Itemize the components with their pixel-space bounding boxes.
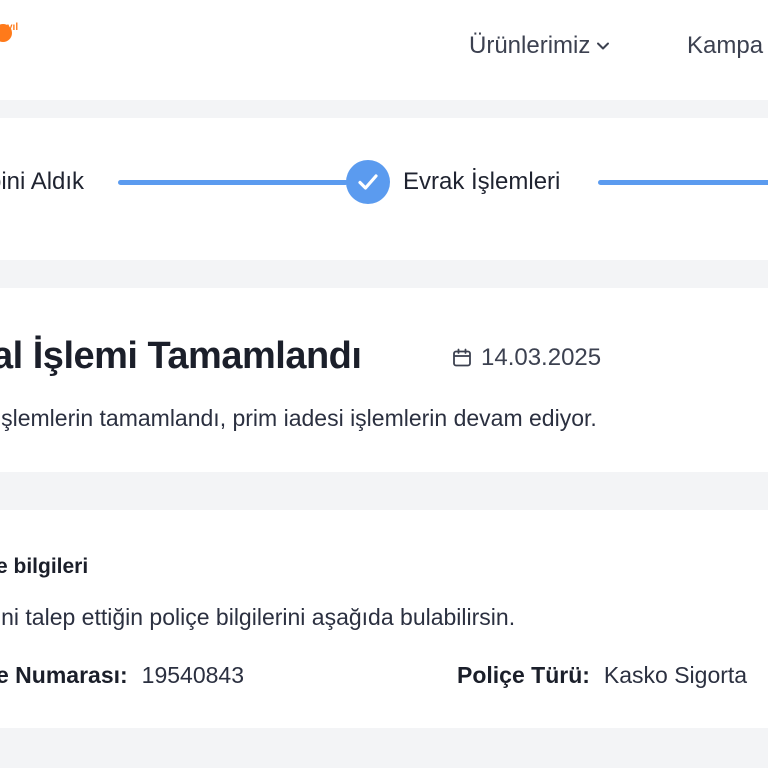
logo-text: yıl — [7, 22, 19, 33]
site-header: yıl Ürünlerimiz Kampa — [0, 0, 768, 100]
logo[interactable]: yıl — [0, 22, 34, 48]
nav-item-products[interactable]: Ürünlerimiz — [469, 32, 610, 60]
step-complete-indicator — [346, 160, 390, 204]
status-date: 14.03.2025 — [452, 344, 601, 372]
calendar-icon — [453, 348, 471, 367]
policy-type-field: Poliçe Türü: Kasko Sigorta — [457, 661, 747, 689]
check-icon — [358, 174, 378, 190]
policy-description: ini talep ettiğin poliçe bilgilerini aşa… — [0, 604, 516, 630]
policy-type-label: Poliçe Türü: — [457, 662, 590, 688]
policy-number-label: e Numarası: — [0, 662, 128, 688]
nav-item-label: Ürünlerimiz — [469, 32, 591, 59]
step-label-received: bini Aldık — [0, 168, 85, 195]
policy-card: e bilgileri ini talep ettiğin poliçe bil… — [0, 510, 768, 728]
policy-type-value: Kasko Sigorta — [603, 662, 748, 688]
policy-number-field: e Numarası: 19540843 — [0, 661, 244, 689]
step-connector — [118, 180, 348, 185]
policy-title: e bilgileri — [0, 555, 89, 578]
nav-item-label: Kampa — [687, 32, 764, 59]
policy-number-value: 19540843 — [141, 662, 245, 688]
progress-stepper: bini Aldık Evrak İşlemleri — [0, 118, 768, 260]
nav-item-campaigns[interactable]: Kampa — [687, 32, 763, 60]
chevron-down-icon — [597, 42, 610, 50]
status-card: al İşlemi Tamamlandı 14.03.2025 işlemler… — [0, 288, 768, 472]
status-date-value: 14.03.2025 — [481, 344, 602, 371]
status-description: işlemlerin tamamlandı, prim iadesi işlem… — [0, 405, 597, 431]
status-title: al İşlemi Tamamlandı — [0, 335, 362, 377]
step-connector — [598, 180, 768, 185]
step-label-documents: Evrak İşlemleri — [403, 168, 561, 195]
